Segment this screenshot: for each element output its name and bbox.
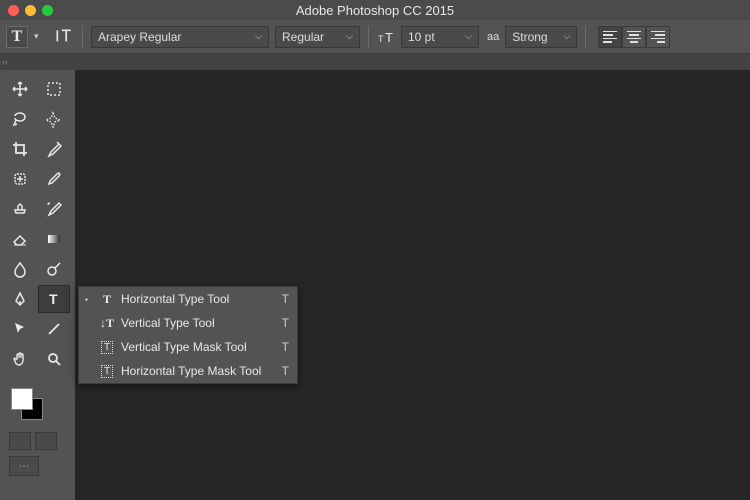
svg-text:T: T: [49, 291, 58, 307]
flyout-shortcut: T: [282, 316, 289, 330]
separator: [368, 26, 369, 48]
flyout-label: Vertical Type Mask Tool: [121, 340, 264, 354]
quick-select-tool[interactable]: [39, 106, 69, 132]
type-horizontal-mask-icon: T: [99, 365, 115, 378]
flyout-shortcut: T: [282, 292, 289, 306]
clone-stamp-tool[interactable]: [5, 196, 35, 222]
blur-tool[interactable]: [5, 256, 35, 282]
healing-brush-tool[interactable]: [5, 166, 35, 192]
flyout-item-horizontal[interactable]: ▪ T Horizontal Type Tool T: [79, 287, 297, 311]
svg-text:T: T: [378, 34, 384, 44]
type-tool-flyout: ▪ T Horizontal Type Tool T ↓T Vertical Type T…: [78, 286, 298, 384]
options-bar: T ▾ Arapey Regular ⌵ Regular ⌵ TT 10 pt …: [0, 20, 750, 54]
quick-mask-button[interactable]: [9, 432, 31, 450]
font-size-icon: TT: [377, 28, 395, 46]
dodge-tool[interactable]: [39, 256, 69, 282]
history-brush-tool[interactable]: [39, 196, 69, 222]
font-size-dropdown[interactable]: 10 pt ⌵: [401, 26, 479, 48]
chevron-down-icon: ⌵: [249, 31, 262, 42]
move-tool[interactable]: [5, 76, 35, 102]
text-align-group: [598, 26, 670, 48]
app-title: Adobe Photoshop CC 2015: [296, 3, 454, 18]
maximize-window-button[interactable]: [42, 5, 53, 16]
close-window-button[interactable]: [8, 5, 19, 16]
flyout-item-horizontal-mask[interactable]: T Horizontal Type Mask Tool T: [79, 359, 297, 383]
tools-panel: T ⋯: [0, 70, 75, 500]
align-center-button[interactable]: [622, 26, 646, 48]
font-style-dropdown[interactable]: Regular ⌵: [275, 26, 360, 48]
flyout-label: Vertical Type Tool: [121, 316, 264, 330]
foreground-swatch[interactable]: [11, 388, 33, 410]
type-tool[interactable]: T: [39, 286, 69, 312]
path-select-tool[interactable]: [5, 316, 35, 342]
gradient-tool[interactable]: [39, 226, 69, 252]
edit-toolbar-button[interactable]: ⋯: [9, 456, 39, 476]
type-vertical-mask-icon: T: [99, 341, 115, 354]
text-orientation-toggle[interactable]: [54, 27, 74, 47]
screen-mode-button[interactable]: [35, 432, 57, 450]
anti-alias-label: aa: [487, 31, 499, 43]
type-vertical-icon: ↓T: [99, 316, 115, 331]
align-left-button[interactable]: [598, 26, 622, 48]
anti-alias-dropdown[interactable]: Strong ⌵: [505, 26, 577, 48]
flyout-item-vertical-mask[interactable]: T Vertical Type Mask Tool T: [79, 335, 297, 359]
flyout-label: Horizontal Type Mask Tool: [121, 364, 264, 378]
window-controls: [0, 5, 53, 16]
brush-tool[interactable]: [39, 166, 69, 192]
minimize-window-button[interactable]: [25, 5, 36, 16]
zoom-tool[interactable]: [39, 346, 69, 372]
lasso-tool[interactable]: [5, 106, 35, 132]
flyout-label: Horizontal Type Tool: [121, 292, 264, 306]
crop-tool[interactable]: [5, 136, 35, 162]
tool-preset-chevron-icon[interactable]: ▾: [34, 31, 44, 42]
separator: [585, 26, 586, 48]
active-dot-icon: ▪: [85, 295, 93, 304]
font-family-dropdown[interactable]: Arapey Regular ⌵: [91, 26, 269, 48]
separator: [82, 26, 83, 48]
panel-tab-strip: ‹‹: [0, 54, 750, 70]
canvas-area[interactable]: [75, 70, 750, 500]
flyout-shortcut: T: [282, 340, 289, 354]
font-style-value: Regular: [282, 30, 324, 44]
font-size-value: 10 pt: [408, 30, 435, 44]
panel-collapse-icon[interactable]: ‹‹: [2, 57, 8, 67]
align-right-button[interactable]: [646, 26, 670, 48]
chevron-down-icon: ⌵: [557, 31, 570, 42]
window-titlebar: Adobe Photoshop CC 2015: [0, 0, 750, 20]
marquee-tool[interactable]: [39, 76, 69, 102]
font-family-value: Arapey Regular: [98, 30, 181, 44]
chevron-down-icon: ⌵: [459, 31, 472, 42]
chevron-down-icon: ⌵: [340, 31, 353, 42]
pen-tool[interactable]: [5, 286, 35, 312]
hand-tool[interactable]: [5, 346, 35, 372]
anti-alias-value: Strong: [512, 30, 547, 44]
flyout-shortcut: T: [282, 364, 289, 378]
flyout-item-vertical[interactable]: ↓T Vertical Type Tool T: [79, 311, 297, 335]
type-horizontal-icon: T: [99, 292, 115, 307]
svg-text:T: T: [385, 30, 393, 45]
color-swatches[interactable]: [11, 388, 51, 428]
tool-preset-picker[interactable]: T: [6, 26, 28, 48]
eyedropper-tool[interactable]: [39, 136, 69, 162]
eraser-tool[interactable]: [5, 226, 35, 252]
line-tool[interactable]: [39, 316, 69, 342]
